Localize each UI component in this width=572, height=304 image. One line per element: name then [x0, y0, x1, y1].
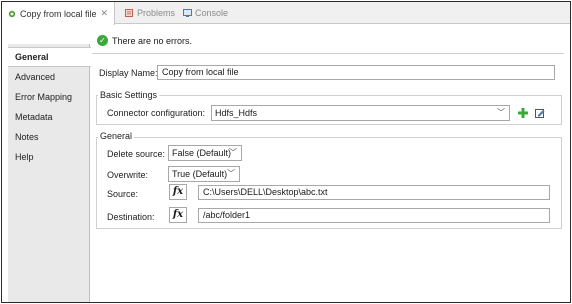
tab-console[interactable]: Console [177, 2, 228, 24]
tab-problems[interactable]: Problems [119, 2, 175, 24]
tab-copy-from-local-file[interactable]: Copy from local file ✕ [2, 2, 115, 25]
tab-label: Copy from local file [20, 8, 97, 19]
property-nav: General Advanced Error Mapping Metadata … [8, 44, 91, 302]
delete-source-select[interactable]: False (Default) ﹀ [168, 145, 242, 161]
display-name-field[interactable]: Copy from local file [157, 65, 555, 80]
tab-label: Problems [137, 8, 176, 18]
close-icon[interactable]: ✕ [101, 8, 109, 19]
destination-fx-button[interactable]: fx [169, 207, 187, 223]
delete-source-value: False (Default) [172, 148, 232, 158]
delete-source-label: Delete source: [107, 149, 166, 159]
general-group-title: General [98, 131, 135, 141]
nav-item-advanced[interactable]: Advanced [8, 67, 90, 87]
nav-item-error-mapping[interactable]: Error Mapping [8, 87, 90, 107]
destination-label: Destination: [107, 212, 155, 222]
status-bar: ✓ There are no errors. [97, 35, 192, 46]
chevron-down-icon: ﹀ [227, 169, 235, 178]
display-name-label: Display Name: [99, 68, 158, 78]
status-message: There are no errors. [112, 35, 193, 46]
overwrite-label: Overwrite: [107, 170, 149, 180]
nav-item-metadata[interactable]: Metadata [8, 107, 90, 127]
problems-icon [125, 9, 133, 17]
overwrite-value: True (Default) [172, 169, 228, 179]
nav-item-label: General [15, 52, 49, 62]
source-fx-button[interactable]: fx [169, 184, 187, 200]
flow-icon [8, 10, 16, 18]
nav-item-general[interactable]: General [8, 47, 91, 67]
nav-item-label: Advanced [15, 72, 56, 82]
chevron-down-icon: ﹀ [229, 148, 237, 157]
chevron-down-icon: ﹀ [497, 108, 505, 117]
tab-label: Console [195, 8, 229, 18]
connector-config-value: Hdfs_Hdfs [215, 108, 258, 118]
overwrite-select[interactable]: True (Default) ﹀ [168, 166, 240, 182]
add-icon[interactable] [518, 108, 528, 118]
nav-item-help[interactable]: Help [8, 147, 90, 167]
nav-item-label: Error Mapping [15, 92, 73, 102]
destination-field[interactable]: /abc/folder1 [198, 208, 550, 223]
tab-bar: Copy from local file ✕ Problems Console [2, 2, 570, 25]
nav-item-label: Metadata [15, 112, 53, 122]
connector-config-select[interactable]: Hdfs_Hdfs ﹀ [211, 105, 510, 121]
divider [92, 53, 564, 54]
nav-item-notes[interactable]: Notes [8, 127, 90, 147]
editor-frame: Copy from local file ✕ Problems Console … [1, 1, 571, 303]
check-icon: ✓ [97, 35, 108, 46]
connector-config-label: Connector configuration: [107, 108, 206, 118]
source-field[interactable]: C:\Users\DELL\Desktop\abc.txt [198, 185, 550, 200]
nav-item-label: Notes [15, 132, 39, 142]
basic-settings-title: Basic Settings [98, 90, 160, 100]
console-icon [183, 9, 192, 17]
edit-icon[interactable] [535, 108, 545, 118]
source-label: Source: [107, 189, 139, 199]
nav-item-label: Help [15, 152, 34, 162]
